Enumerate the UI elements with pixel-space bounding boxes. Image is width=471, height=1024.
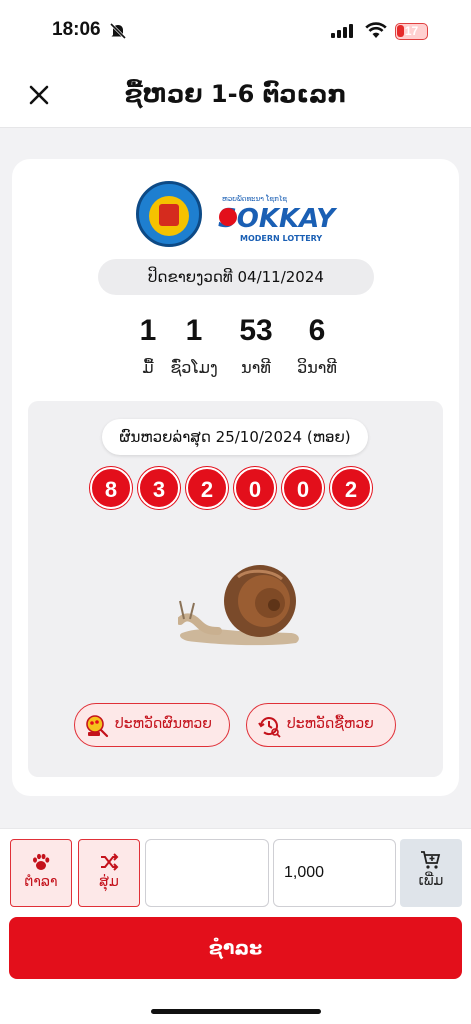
purchase-history-label: ປະຫວັດຊື້ຫວຍ bbox=[287, 716, 374, 732]
svg-text:ຫວຍພັດທະນາ ໂຊກໄຊ: ຫວຍພັດທະນາ ໂຊກໄຊ bbox=[222, 194, 287, 203]
add-label: ເພີ່ມ bbox=[418, 873, 444, 889]
result-ball: 0 bbox=[234, 467, 276, 509]
wifi-icon bbox=[365, 22, 387, 38]
battery-level: 17 bbox=[404, 24, 419, 38]
result-history-button[interactable]: ປະຫວັດຜົນຫວຍ bbox=[74, 703, 230, 747]
result-ball: 2 bbox=[330, 467, 372, 509]
page-header: ຊື້ຫວຍ 1-6 ຕົວເລກ bbox=[0, 62, 471, 128]
number-input[interactable] bbox=[145, 839, 269, 907]
bottom-bar: ຕຳລາ ສຸ່ມ 1,000 ເພີ່ມ ຊຳລະ bbox=[0, 828, 471, 1024]
countdown-seconds: 6 ວິນາທີ bbox=[297, 314, 337, 377]
status-time: 18:06 bbox=[52, 19, 101, 40]
status-bar: 18:06 17 bbox=[0, 0, 471, 62]
add-to-cart-button[interactable]: ເພີ່ມ bbox=[400, 839, 462, 907]
result-ball: 2 bbox=[186, 467, 228, 509]
amount-input[interactable]: 1,000 bbox=[273, 839, 396, 907]
fortune-label: ຕຳລາ bbox=[24, 874, 58, 890]
result-history-icon bbox=[86, 715, 109, 738]
battery-icon: 17 bbox=[395, 23, 428, 40]
random-label: ສຸ່ມ bbox=[99, 874, 119, 890]
latest-result-panel: ຜົນຫວຍລ່າສຸດ 25/10/2024 (ຫອຍ) 8 3 2 0 0 … bbox=[28, 401, 443, 777]
countdown-minutes: 53 ນາທີ bbox=[239, 314, 273, 377]
lao-lottery-logo bbox=[136, 181, 202, 247]
lottery-card: ຫວຍພັດທະນາ ໂຊກໄຊ SOKKAY MODERN LOTTERY ປ… bbox=[12, 159, 459, 796]
logos: ຫວຍພັດທະນາ ໂຊກໄຊ SOKKAY MODERN LOTTERY bbox=[136, 181, 338, 249]
home-indicator bbox=[151, 1009, 321, 1014]
amount-value: 1,000 bbox=[284, 864, 325, 881]
fortune-button[interactable]: ຕຳລາ bbox=[10, 839, 72, 907]
pay-button[interactable]: ຊຳລະ bbox=[9, 917, 462, 979]
result-ball: 3 bbox=[138, 467, 180, 509]
result-ball: 0 bbox=[282, 467, 324, 509]
snail-animal-image bbox=[178, 565, 299, 646]
number-input-field[interactable] bbox=[156, 841, 268, 905]
paw-icon bbox=[33, 853, 50, 870]
closing-date-badge: ປິດຂາຍງວດທີ 04/11/2024 bbox=[98, 259, 374, 295]
cart-add-icon bbox=[421, 851, 441, 869]
latest-result-numbers: 8 3 2 0 0 2 bbox=[90, 467, 380, 511]
purchase-history-button[interactable]: ປະຫວັດຊື້ຫວຍ bbox=[246, 703, 396, 747]
countdown-hours: 1 ຊົ່ວໂມງ bbox=[170, 314, 218, 377]
cellular-signal-icon bbox=[331, 24, 353, 38]
countdown: 1 ມື້ 1 ຊົ່ວໂມງ 53 ນາທີ 6 ວິນາທີ bbox=[112, 309, 362, 389]
result-history-label: ປະຫວັດຜົນຫວຍ bbox=[115, 716, 212, 732]
page-title: ຊື້ຫວຍ 1-6 ຕົວເລກ bbox=[124, 80, 347, 108]
latest-result-label: ຜົນຫວຍລ່າສຸດ 25/10/2024 (ຫອຍ) bbox=[102, 419, 368, 455]
sokkay-logo: ຫວຍພັດທະນາ ໂຊກໄຊ SOKKAY MODERN LOTTERY bbox=[218, 194, 338, 243]
svg-text:MODERN LOTTERY: MODERN LOTTERY bbox=[240, 234, 322, 243]
bell-muted-icon bbox=[109, 22, 127, 40]
result-ball: 8 bbox=[90, 467, 132, 509]
random-button[interactable]: ສຸ່ມ bbox=[78, 839, 140, 907]
shuffle-icon bbox=[101, 853, 119, 871]
history-clock-icon bbox=[258, 717, 281, 738]
